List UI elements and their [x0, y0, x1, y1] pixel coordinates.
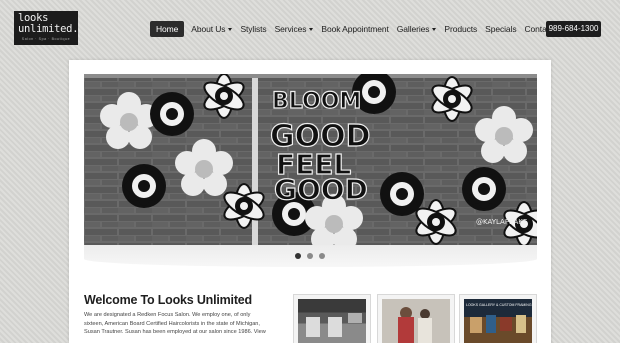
logo-tagline: Salon · Spa · Boutique: [21, 37, 71, 41]
nav-item-label: Specials: [485, 24, 517, 34]
chevron-down-icon: [228, 27, 233, 31]
nav-item-home[interactable]: Home: [150, 21, 185, 37]
slider-dot-1[interactable]: [295, 253, 301, 259]
chevron-down-icon: [309, 27, 314, 31]
slider-dot-2[interactable]: [307, 253, 313, 259]
gallery-thumbnail-3[interactable]: LOOKS GALLERY & CUSTOM FRAMING: [459, 294, 537, 343]
hero-slide-image: BLOOM GOOD FEEL GOOD @KAYLAPEAKE: [84, 74, 537, 245]
nav-item-specials[interactable]: Specials: [481, 21, 520, 37]
nav-item-products[interactable]: Products: [440, 21, 481, 37]
welcome-heading: Welcome To Looks Unlimited: [84, 293, 252, 307]
phone-number-button[interactable]: 989-684-1300: [546, 21, 601, 37]
nav-item-label: About Us: [191, 24, 226, 34]
mural-text-1: BLOOM: [272, 89, 361, 114]
nav-item-label: Products: [444, 24, 478, 34]
slider-dot-3[interactable]: [319, 253, 325, 259]
welcome-text-line: We are designated a Redken Focus Salon. …: [84, 312, 251, 318]
nav-item-services[interactable]: Services: [271, 21, 318, 37]
nav-item-label: Stylists: [240, 24, 267, 34]
gallery-thumbnail-2[interactable]: [377, 294, 455, 343]
welcome-text-line: Susan Trautner. Susan has been employed …: [84, 329, 266, 336]
mural-text-4: GOOD: [274, 173, 368, 206]
nav-item-stylists[interactable]: Stylists: [236, 21, 270, 37]
chevron-down-icon: [432, 27, 437, 31]
hero-slider[interactable]: BLOOM GOOD FEEL GOOD @KAYLAPEAKE: [84, 74, 537, 245]
slider-pagination: [295, 253, 325, 259]
nav-item-galleries[interactable]: Galleries: [393, 21, 441, 37]
site-logo[interactable]: looks unlimited. Salon · Spa · Boutique: [14, 11, 79, 45]
welcome-text: We are designated a Redken Focus Salon. …: [84, 311, 279, 337]
gallery-thumbnail-1[interactable]: [293, 294, 371, 343]
gallery-caption: LOOKS GALLERY & CUSTOM FRAMING: [466, 303, 532, 307]
logo-text-line2: unlimited.: [18, 23, 79, 35]
welcome-text-line: sixteen, American Board Certified Hairco…: [84, 320, 260, 327]
nav-item-book-appointment[interactable]: Book Appointment: [317, 21, 392, 37]
nav-item-about-us[interactable]: About Us: [187, 21, 236, 37]
slide-watermark: @KAYLAPEAKE: [476, 218, 527, 226]
nav-item-label: Home: [156, 24, 179, 34]
nav-item-label: Services: [274, 24, 307, 34]
nav-item-label: Galleries: [396, 24, 430, 34]
main-nav: Home About Us Stylists Services Book App…: [150, 21, 570, 37]
nav-item-label: Book Appointment: [321, 24, 389, 34]
